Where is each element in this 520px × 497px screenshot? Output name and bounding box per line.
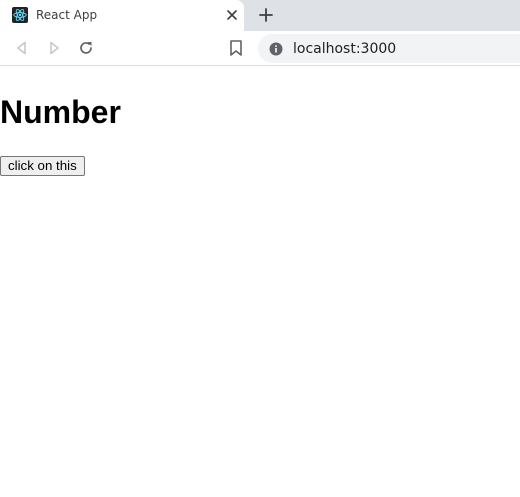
- tab-title: React App: [36, 8, 98, 22]
- info-icon[interactable]: [269, 42, 283, 56]
- url-text[interactable]: localhost:3000: [293, 41, 396, 57]
- tab-strip: React App: [0, 0, 520, 31]
- click-button[interactable]: click on this: [0, 156, 85, 176]
- back-arrow-icon[interactable]: [13, 39, 31, 57]
- page-content: Number click on this: [0, 67, 520, 497]
- plus-icon[interactable]: [257, 6, 275, 24]
- close-icon[interactable]: [226, 9, 238, 21]
- browser-toolbar: localhost:3000: [0, 31, 520, 66]
- tab-react-app[interactable]: React App: [0, 0, 244, 31]
- page-title: Number: [0, 94, 121, 130]
- react-logo-icon: [12, 7, 28, 23]
- forward-arrow-icon[interactable]: [45, 39, 63, 57]
- bookmark-icon[interactable]: [228, 39, 244, 57]
- reload-icon[interactable]: [77, 39, 95, 57]
- address-bar[interactable]: localhost:3000: [258, 34, 520, 63]
